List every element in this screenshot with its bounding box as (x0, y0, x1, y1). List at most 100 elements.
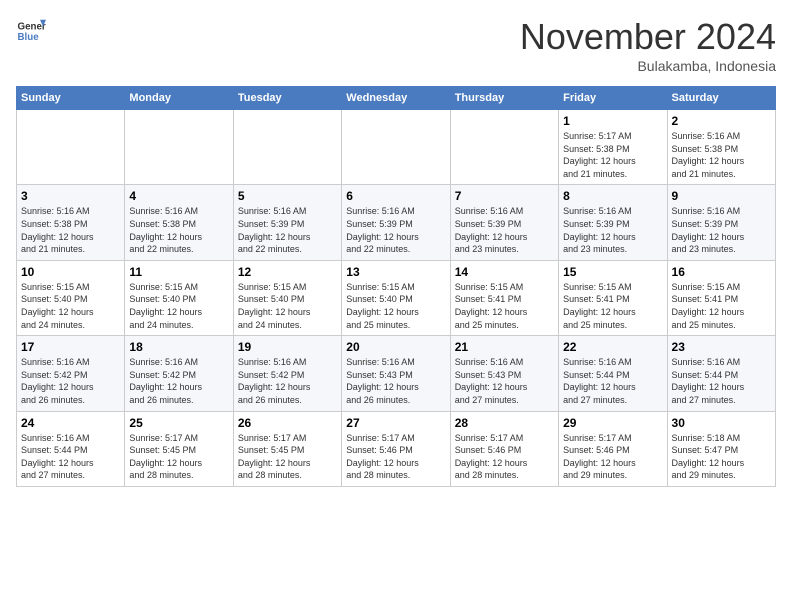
day-info: Sunrise: 5:15 AM Sunset: 5:40 PM Dayligh… (346, 281, 445, 331)
month-title: November 2024 (520, 16, 776, 58)
day-info: Sunrise: 5:17 AM Sunset: 5:46 PM Dayligh… (346, 432, 445, 482)
day-number: 12 (238, 265, 337, 279)
day-info: Sunrise: 5:17 AM Sunset: 5:38 PM Dayligh… (563, 130, 662, 180)
calendar-cell: 29 Sunrise: 5:17 AM Sunset: 5:46 PM Dayli… (559, 411, 667, 486)
day-info: Sunrise: 5:15 AM Sunset: 5:40 PM Dayligh… (238, 281, 337, 331)
page-header: General Blue November 2024 Bulakamba, In… (16, 16, 776, 74)
calendar-cell: 11 Sunrise: 5:15 AM Sunset: 5:40 PM Dayli… (125, 260, 233, 335)
day-number: 27 (346, 416, 445, 430)
day-number: 8 (563, 189, 662, 203)
day-info: Sunrise: 5:15 AM Sunset: 5:41 PM Dayligh… (455, 281, 554, 331)
calendar-cell: 20 Sunrise: 5:16 AM Sunset: 5:43 PM Dayli… (342, 336, 450, 411)
day-info: Sunrise: 5:16 AM Sunset: 5:42 PM Dayligh… (21, 356, 120, 406)
calendar-cell: 2 Sunrise: 5:16 AM Sunset: 5:38 PM Daylig… (667, 110, 775, 185)
calendar-cell: 7Sunrise: 5:16 AM Sunset: 5:39 PM Daylig… (450, 185, 558, 260)
day-info: Sunrise: 5:16 AM Sunset: 5:38 PM Dayligh… (672, 130, 771, 180)
day-info: Sunrise: 5:15 AM Sunset: 5:41 PM Dayligh… (672, 281, 771, 331)
day-info: Sunrise: 5:16 AM Sunset: 5:44 PM Dayligh… (672, 356, 771, 406)
day-number: 30 (672, 416, 771, 430)
day-info: Sunrise: 5:17 AM Sunset: 5:45 PM Dayligh… (238, 432, 337, 482)
day-number: 24 (21, 416, 120, 430)
calendar-header-sunday: Sunday (17, 87, 125, 110)
calendar-cell (233, 110, 341, 185)
location: Bulakamba, Indonesia (520, 58, 776, 74)
day-info: Sunrise: 5:16 AM Sunset: 5:39 PM Dayligh… (672, 205, 771, 255)
calendar-table: SundayMondayTuesdayWednesdayThursdayFrid… (16, 86, 776, 487)
day-number: 4 (129, 189, 228, 203)
calendar-cell: 17Sunrise: 5:16 AM Sunset: 5:42 PM Dayli… (17, 336, 125, 411)
svg-text:Blue: Blue (18, 32, 40, 43)
day-number: 15 (563, 265, 662, 279)
day-number: 9 (672, 189, 771, 203)
day-info: Sunrise: 5:16 AM Sunset: 5:38 PM Dayligh… (129, 205, 228, 255)
day-number: 25 (129, 416, 228, 430)
day-info: Sunrise: 5:16 AM Sunset: 5:39 PM Dayligh… (563, 205, 662, 255)
calendar-header-monday: Monday (125, 87, 233, 110)
calendar-cell: 19Sunrise: 5:16 AM Sunset: 5:42 PM Dayli… (233, 336, 341, 411)
calendar-cell: 13 Sunrise: 5:15 AM Sunset: 5:40 PM Dayli… (342, 260, 450, 335)
day-info: Sunrise: 5:16 AM Sunset: 5:42 PM Dayligh… (129, 356, 228, 406)
day-number: 20 (346, 340, 445, 354)
calendar-cell: 15 Sunrise: 5:15 AM Sunset: 5:41 PM Dayli… (559, 260, 667, 335)
calendar-cell (125, 110, 233, 185)
calendar-cell: 3 Sunrise: 5:16 AM Sunset: 5:38 PM Daylig… (17, 185, 125, 260)
calendar-cell: 28Sunrise: 5:17 AM Sunset: 5:46 PM Dayli… (450, 411, 558, 486)
title-block: November 2024 Bulakamba, Indonesia (520, 16, 776, 74)
logo: General Blue (16, 16, 46, 46)
calendar-cell: 4 Sunrise: 5:16 AM Sunset: 5:38 PM Daylig… (125, 185, 233, 260)
day-info: Sunrise: 5:16 AM Sunset: 5:39 PM Dayligh… (455, 205, 554, 255)
day-info: Sunrise: 5:17 AM Sunset: 5:45 PM Dayligh… (129, 432, 228, 482)
calendar-cell: 27 Sunrise: 5:17 AM Sunset: 5:46 PM Dayli… (342, 411, 450, 486)
day-info: Sunrise: 5:15 AM Sunset: 5:40 PM Dayligh… (129, 281, 228, 331)
day-number: 23 (672, 340, 771, 354)
day-info: Sunrise: 5:16 AM Sunset: 5:39 PM Dayligh… (238, 205, 337, 255)
logo-icon: General Blue (16, 16, 46, 46)
calendar-cell: 30 Sunrise: 5:18 AM Sunset: 5:47 PM Dayli… (667, 411, 775, 486)
day-number: 3 (21, 189, 120, 203)
calendar-cell: 24 Sunrise: 5:16 AM Sunset: 5:44 PM Dayli… (17, 411, 125, 486)
day-number: 5 (238, 189, 337, 203)
day-info: Sunrise: 5:16 AM Sunset: 5:38 PM Dayligh… (21, 205, 120, 255)
calendar-header-saturday: Saturday (667, 87, 775, 110)
day-number: 11 (129, 265, 228, 279)
day-number: 18 (129, 340, 228, 354)
calendar-cell: 16 Sunrise: 5:15 AM Sunset: 5:41 PM Dayli… (667, 260, 775, 335)
calendar-header-tuesday: Tuesday (233, 87, 341, 110)
calendar-cell: 23 Sunrise: 5:16 AM Sunset: 5:44 PM Dayli… (667, 336, 775, 411)
day-info: Sunrise: 5:18 AM Sunset: 5:47 PM Dayligh… (672, 432, 771, 482)
day-info: Sunrise: 5:17 AM Sunset: 5:46 PM Dayligh… (563, 432, 662, 482)
calendar-cell: 5 Sunrise: 5:16 AM Sunset: 5:39 PM Daylig… (233, 185, 341, 260)
day-info: Sunrise: 5:16 AM Sunset: 5:43 PM Dayligh… (346, 356, 445, 406)
day-number: 29 (563, 416, 662, 430)
calendar-header-row: SundayMondayTuesdayWednesdayThursdayFrid… (17, 87, 776, 110)
calendar-cell: 1 Sunrise: 5:17 AM Sunset: 5:38 PM Daylig… (559, 110, 667, 185)
day-number: 10 (21, 265, 120, 279)
day-info: Sunrise: 5:17 AM Sunset: 5:46 PM Dayligh… (455, 432, 554, 482)
calendar-week-2: 3 Sunrise: 5:16 AM Sunset: 5:38 PM Daylig… (17, 185, 776, 260)
calendar-cell (17, 110, 125, 185)
calendar-header-friday: Friday (559, 87, 667, 110)
day-info: Sunrise: 5:15 AM Sunset: 5:41 PM Dayligh… (563, 281, 662, 331)
calendar-header-wednesday: Wednesday (342, 87, 450, 110)
calendar-cell: 26Sunrise: 5:17 AM Sunset: 5:45 PM Dayli… (233, 411, 341, 486)
calendar-cell: 8 Sunrise: 5:16 AM Sunset: 5:39 PM Daylig… (559, 185, 667, 260)
day-info: Sunrise: 5:15 AM Sunset: 5:40 PM Dayligh… (21, 281, 120, 331)
calendar-week-4: 17Sunrise: 5:16 AM Sunset: 5:42 PM Dayli… (17, 336, 776, 411)
calendar-week-3: 10 Sunrise: 5:15 AM Sunset: 5:40 PM Dayli… (17, 260, 776, 335)
day-number: 2 (672, 114, 771, 128)
calendar-cell: 14Sunrise: 5:15 AM Sunset: 5:41 PM Dayli… (450, 260, 558, 335)
calendar-cell (450, 110, 558, 185)
day-info: Sunrise: 5:16 AM Sunset: 5:44 PM Dayligh… (21, 432, 120, 482)
calendar-cell: 9 Sunrise: 5:16 AM Sunset: 5:39 PM Daylig… (667, 185, 775, 260)
day-info: Sunrise: 5:16 AM Sunset: 5:39 PM Dayligh… (346, 205, 445, 255)
calendar-cell: 12 Sunrise: 5:15 AM Sunset: 5:40 PM Dayli… (233, 260, 341, 335)
day-number: 13 (346, 265, 445, 279)
calendar-cell: 10 Sunrise: 5:15 AM Sunset: 5:40 PM Dayli… (17, 260, 125, 335)
calendar-cell: 6 Sunrise: 5:16 AM Sunset: 5:39 PM Daylig… (342, 185, 450, 260)
day-number: 6 (346, 189, 445, 203)
calendar-cell: 22Sunrise: 5:16 AM Sunset: 5:44 PM Dayli… (559, 336, 667, 411)
calendar-header-thursday: Thursday (450, 87, 558, 110)
day-number: 1 (563, 114, 662, 128)
day-number: 16 (672, 265, 771, 279)
calendar-cell (342, 110, 450, 185)
